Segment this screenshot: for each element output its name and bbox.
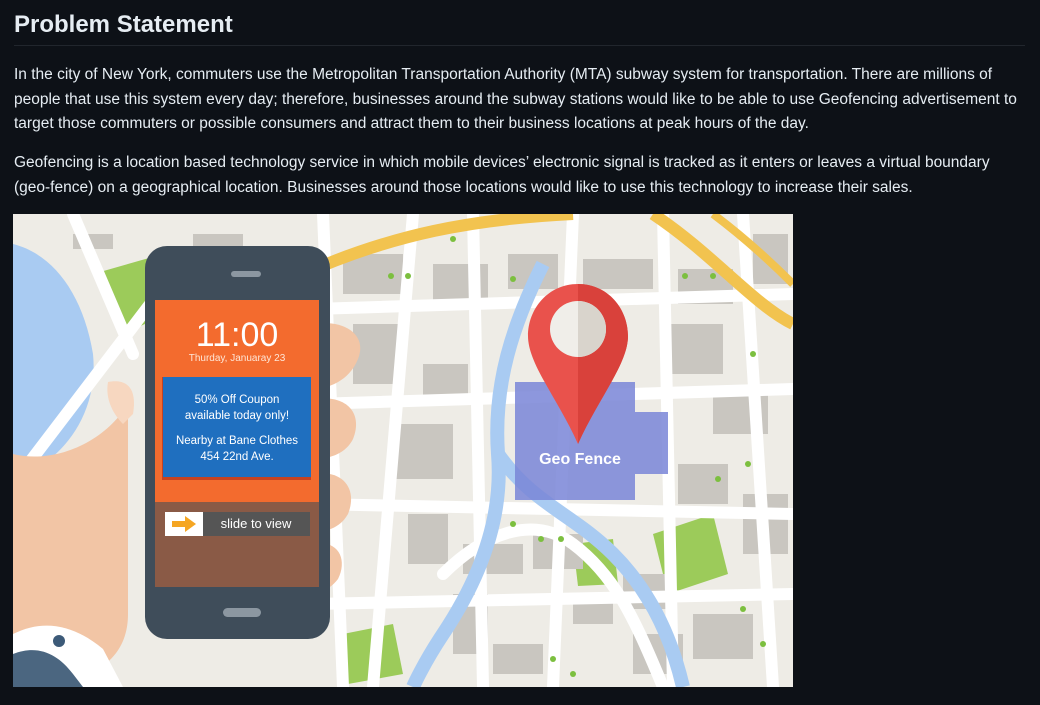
coupon-line2: available today only! xyxy=(185,410,289,422)
nearby-line2: 454 22nd Ave. xyxy=(200,451,273,463)
coupon-line1: 50% Off Coupon xyxy=(195,394,280,406)
paragraph-geofencing: Geofencing is a location based technolog… xyxy=(14,154,990,196)
heading-divider xyxy=(14,45,1025,46)
section-heading: Problem Statement xyxy=(14,11,233,38)
nearby-line1: Nearby at Bane Clothes xyxy=(176,435,298,447)
markdown-cell: Problem Statement In the city of New Yor… xyxy=(0,0,1040,705)
slide-to-view-label: slide to view xyxy=(221,516,292,531)
geofence-map-svg: Geo Fence 11:00 Thurday, Januaray 23 50%… xyxy=(13,214,793,687)
geofence-label: Geo Fence xyxy=(539,451,621,468)
phone-time: 11:00 xyxy=(196,316,279,354)
geofence-illustration: Geo Fence 11:00 Thurday, Januaray 23 50%… xyxy=(13,214,793,687)
phone-date: Thurday, Januaray 23 xyxy=(189,353,286,364)
paragraph-intro: In the city of New York, commuters use t… xyxy=(14,66,1017,132)
